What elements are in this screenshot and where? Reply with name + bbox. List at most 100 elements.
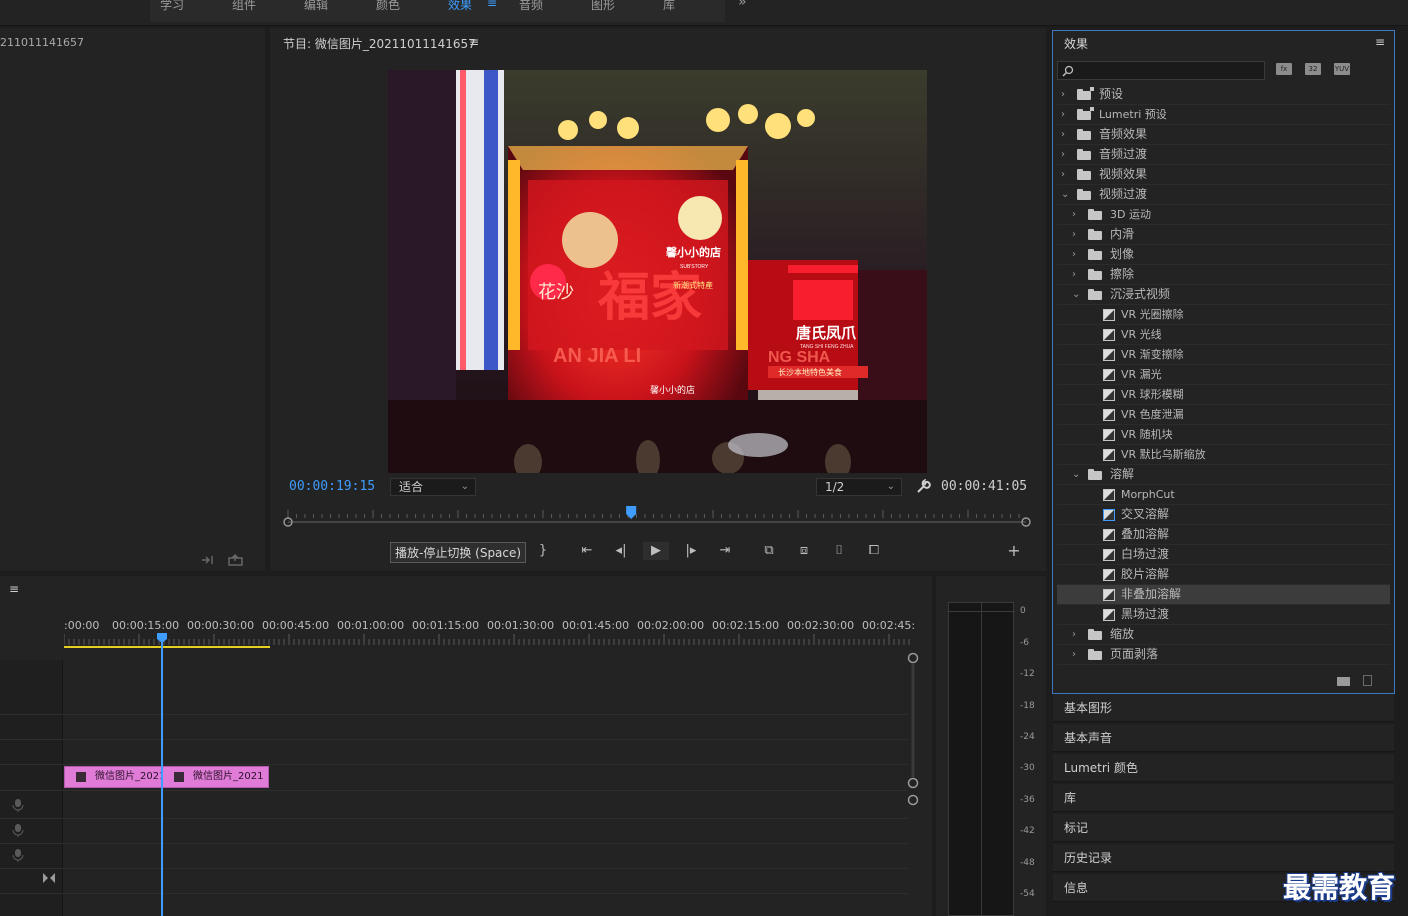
vertical-zoom-scrollbar[interactable] xyxy=(906,652,920,812)
program-menu-icon[interactable]: ≡ xyxy=(469,35,479,49)
effects-tree-item[interactable]: › 视频效果 xyxy=(1057,165,1390,185)
workspace-overflow-icon[interactable]: » xyxy=(738,0,747,10)
effects-tree-item[interactable]: ⌄ 溶解 xyxy=(1057,465,1390,485)
effects-tree-item[interactable]: VR 渐变擦除 xyxy=(1057,345,1390,365)
effects-tree-item[interactable]: VR 色度泄漏 xyxy=(1057,405,1390,425)
chevron-right-icon[interactable]: › xyxy=(1061,165,1065,184)
new-bin-folder-icon[interactable] xyxy=(1337,677,1350,686)
effects-tree-item[interactable]: VR 光线 xyxy=(1057,325,1390,345)
mic-icon[interactable] xyxy=(12,823,24,837)
effects-tree-item[interactable]: 黑场过渡 xyxy=(1057,605,1390,625)
effects-tree-item[interactable]: 交叉溶解 xyxy=(1057,505,1390,525)
lift-icon[interactable]: ⧉ xyxy=(760,542,778,560)
yuv-effects-icon[interactable]: YUV xyxy=(1334,63,1350,75)
chevron-right-icon[interactable]: › xyxy=(1072,645,1076,664)
extract-icon[interactable]: ⧈ xyxy=(795,542,813,560)
workspace-tab-libraries[interactable]: 库 xyxy=(663,0,675,13)
effects-tree-label: 内滑 xyxy=(1110,227,1135,241)
workspace-tab-effects[interactable]: 效果 xyxy=(448,0,472,13)
effects-tree-item[interactable]: MorphCut xyxy=(1057,485,1390,505)
button-editor-plus-icon[interactable]: + xyxy=(1005,542,1023,560)
timeline-menu-icon[interactable]: ≡ xyxy=(9,582,19,596)
insert-icon[interactable] xyxy=(228,554,244,566)
effects-tree-item[interactable]: 白场过渡 xyxy=(1057,545,1390,565)
effects-tree-item[interactable]: › 音频效果 xyxy=(1057,125,1390,145)
effects-menu-icon[interactable]: ≡ xyxy=(1375,35,1385,49)
effects-tree-item[interactable]: VR 默比乌斯缩放 xyxy=(1057,445,1390,465)
effects-search-input[interactable] xyxy=(1076,63,1261,78)
go-to-out-icon[interactable]: ⇥ xyxy=(716,542,734,560)
panel-essential-graphics[interactable]: 基本图形 xyxy=(1053,694,1394,722)
workspace-tab-editing[interactable]: 编辑 xyxy=(304,0,328,13)
export-frame-icon[interactable] xyxy=(200,554,216,566)
compare-view-icon[interactable]: ⧠ xyxy=(865,542,883,560)
chevron-right-icon[interactable]: › xyxy=(1072,225,1076,244)
export-frame-camera-icon[interactable]: ⌷ xyxy=(830,542,848,560)
mic-icon[interactable] xyxy=(12,848,24,862)
effects-tree-item[interactable]: VR 漏光 xyxy=(1057,365,1390,385)
wrench-icon[interactable] xyxy=(915,479,931,495)
panel-label: 标记 xyxy=(1064,821,1089,835)
timeline-playhead-line[interactable] xyxy=(161,637,163,916)
resolution-select[interactable]: 1/2 ⌄ xyxy=(816,478,902,496)
effects-tree-item[interactable]: › 页面剥落 xyxy=(1057,645,1390,665)
track-divider xyxy=(0,868,908,869)
fit-tracks-icon[interactable] xyxy=(42,872,56,884)
workspace-tab-graphics[interactable]: 图形 xyxy=(591,0,615,13)
panel-lumetri-color[interactable]: Lumetri 颜色 xyxy=(1053,754,1394,782)
effects-tree-item[interactable]: › 擦除 xyxy=(1057,265,1390,285)
effects-tree-item[interactable]: › 3D 运动 xyxy=(1057,205,1390,225)
chevron-right-icon[interactable]: › xyxy=(1061,125,1065,144)
timeline-ruler[interactable]: :00:00 00:00:15:00 00:00:30:00 00:00:45:… xyxy=(64,619,915,633)
workspace-tab-learn[interactable]: 学习 xyxy=(160,0,184,13)
step-forward-icon[interactable]: |▸ xyxy=(682,542,700,560)
effects-tree-item[interactable]: › Lumetri 预设 xyxy=(1057,105,1390,125)
mic-icon[interactable] xyxy=(12,798,24,812)
mark-out-icon[interactable]: } xyxy=(534,542,552,560)
effects-tree-item[interactable]: ⌄ 沉浸式视频 xyxy=(1057,285,1390,305)
chevron-down-icon[interactable]: ⌄ xyxy=(1061,185,1069,204)
effects-tree-item[interactable]: › 划像 xyxy=(1057,245,1390,265)
accelerated-effects-icon[interactable]: fx xyxy=(1276,63,1292,75)
32bit-effects-icon[interactable]: 32 xyxy=(1305,63,1321,75)
effects-tree-item[interactable]: ⌄ 视频过渡 xyxy=(1057,185,1390,205)
effects-tree-item[interactable]: › 内滑 xyxy=(1057,225,1390,245)
chevron-right-icon[interactable]: › xyxy=(1072,265,1076,284)
workspace-tab-color[interactable]: 颜色 xyxy=(376,0,400,13)
timeline-clip[interactable]: 微信图片_2021 xyxy=(64,766,162,788)
program-scrubber[interactable] xyxy=(282,504,1032,528)
chevron-right-icon[interactable]: › xyxy=(1061,105,1065,124)
workspace-tab-menu-icon[interactable]: ≡ xyxy=(487,0,497,10)
panel-markers[interactable]: 标记 xyxy=(1053,814,1394,842)
chevron-right-icon[interactable]: › xyxy=(1072,625,1076,644)
chevron-down-icon[interactable]: ⌄ xyxy=(1072,465,1080,484)
chevron-right-icon[interactable]: › xyxy=(1072,245,1076,264)
effects-tree-item[interactable]: VR 光圈擦除 xyxy=(1057,305,1390,325)
effects-tree-item[interactable]: VR 球形模糊 xyxy=(1057,385,1390,405)
go-to-in-icon[interactable]: ⇤ xyxy=(578,542,596,560)
workspace-tab-assembly[interactable]: 组件 xyxy=(232,0,256,13)
playhead-timecode[interactable]: 00:00:19:15 xyxy=(289,479,375,494)
effects-tree-item[interactable]: VR 随机块 xyxy=(1057,425,1390,445)
play-stop-button[interactable]: ▶ xyxy=(643,542,669,560)
chevron-right-icon[interactable]: › xyxy=(1061,145,1065,164)
effects-tree-item[interactable]: 胶片溶解 xyxy=(1057,565,1390,585)
program-video-frame[interactable]: 长沙本地特色美食 福家 唐氏凤爪 TANG SHI FENG ZHUA 花沙 馨… xyxy=(388,70,927,473)
effects-tree-item[interactable]: › 预设 xyxy=(1057,85,1390,105)
effects-tree-item[interactable]: 非叠加溶解 xyxy=(1057,585,1390,605)
panel-essential-sound[interactable]: 基本声音 xyxy=(1053,724,1394,752)
effects-tree-item[interactable]: › 缩放 xyxy=(1057,625,1390,645)
delete-trash-icon[interactable] xyxy=(1363,675,1372,686)
fit-select[interactable]: 适合 ⌄ xyxy=(390,478,476,496)
chevron-right-icon[interactable]: › xyxy=(1061,85,1065,104)
effects-search[interactable] xyxy=(1057,61,1265,80)
chevron-down-icon[interactable]: ⌄ xyxy=(1072,285,1080,304)
chevron-right-icon[interactable]: › xyxy=(1072,205,1076,224)
step-back-icon[interactable]: ◂| xyxy=(612,542,630,560)
timeline-clip[interactable]: 微信图片_2021 xyxy=(162,766,269,788)
workspace-tab-audio[interactable]: 音频 xyxy=(519,0,543,13)
effects-tree-item[interactable]: › 音频过渡 xyxy=(1057,145,1390,165)
panel-libraries[interactable]: 库 xyxy=(1053,784,1394,812)
effects-tree-label: 预设 xyxy=(1099,87,1124,101)
effects-tree-item[interactable]: 叠加溶解 xyxy=(1057,525,1390,545)
